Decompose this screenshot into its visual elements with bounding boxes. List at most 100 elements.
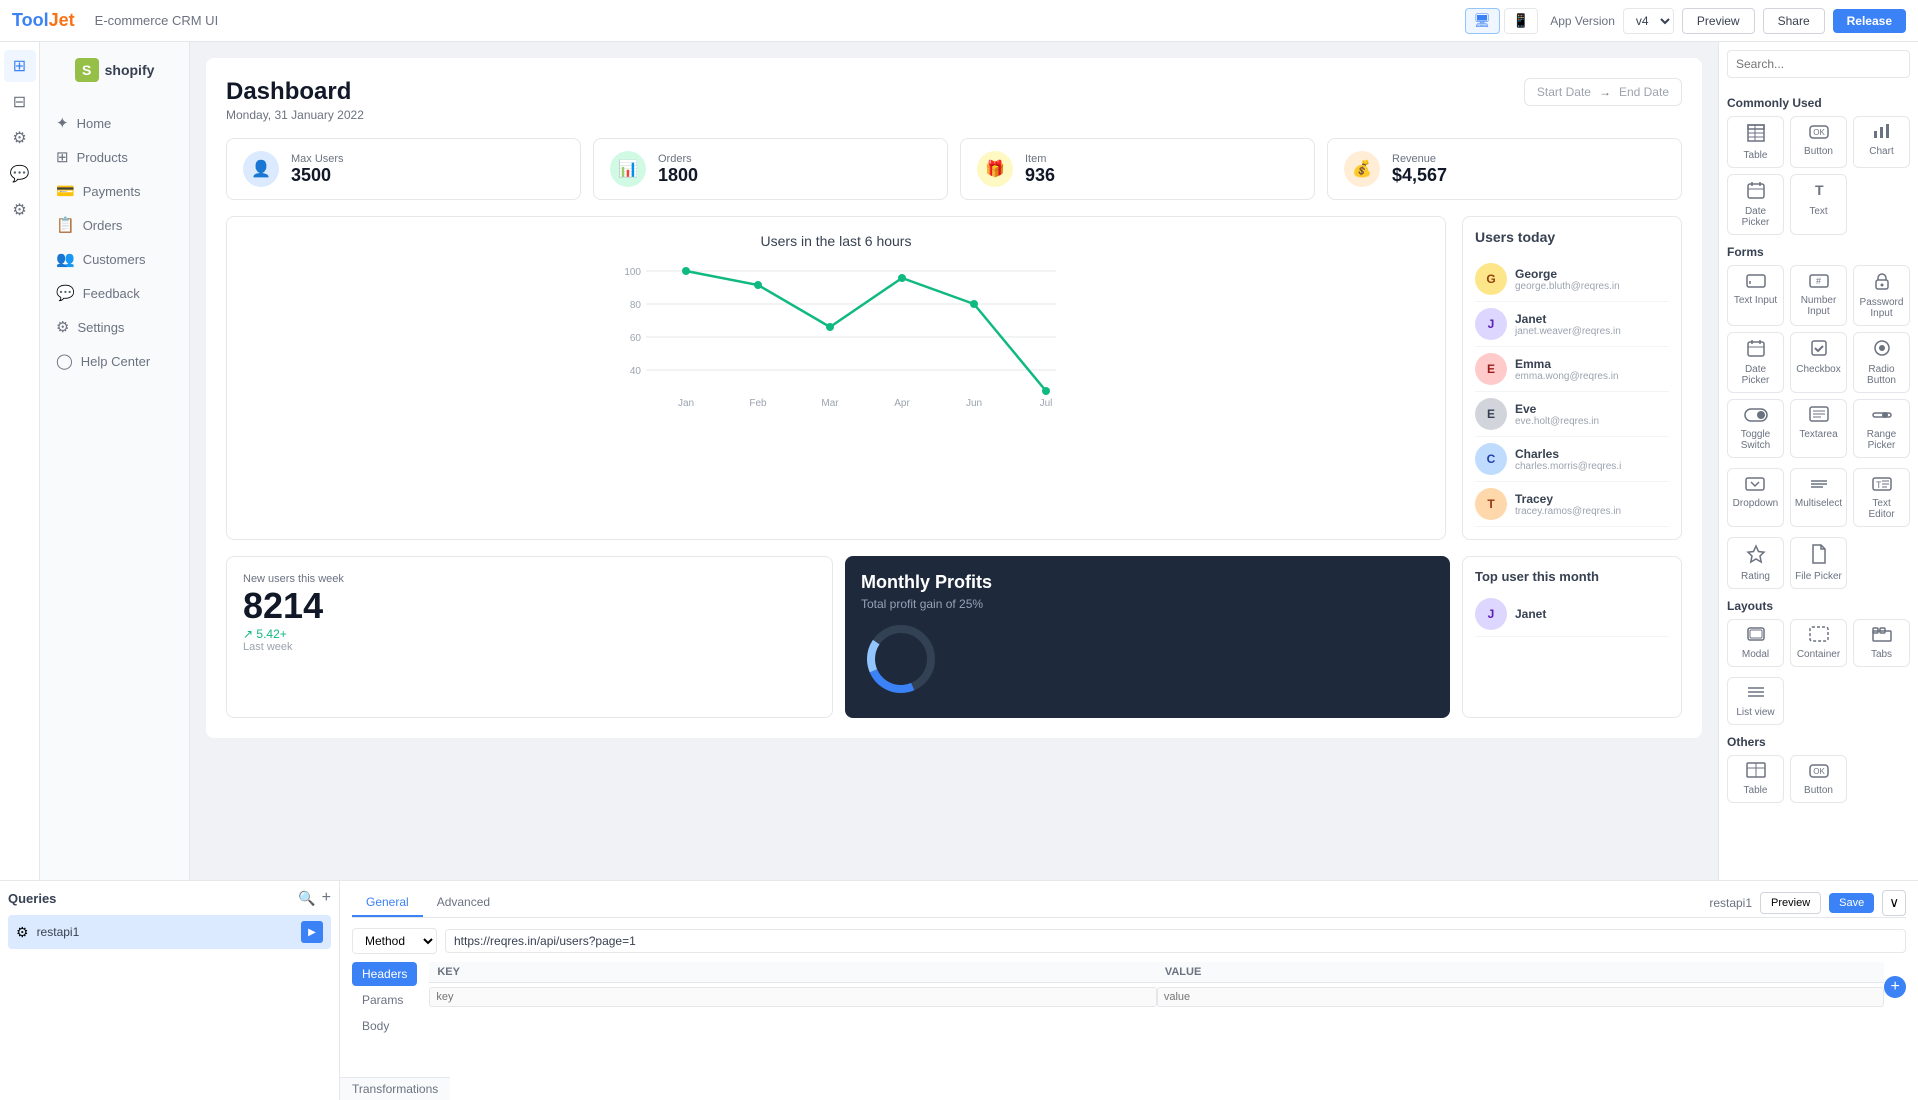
user-name-emma: Emma <box>1515 357 1619 371</box>
avatar-charles: C <box>1475 443 1507 475</box>
commonly-used-label: Commonly Used <box>1727 96 1910 110</box>
other-table-widget-label: Table <box>1744 785 1768 796</box>
tab-advanced[interactable]: Advanced <box>423 889 504 917</box>
query-expand-button[interactable]: ∨ <box>1882 890 1906 916</box>
body-tab[interactable]: Body <box>352 1014 417 1038</box>
text-widget[interactable]: T Text <box>1790 174 1847 235</box>
users-today-title: Users today <box>1475 229 1669 245</box>
nav-products[interactable]: ⊞ Products <box>40 140 189 174</box>
range-picker-icon <box>1872 406 1892 427</box>
pages-icon[interactable]: ⊞ <box>4 50 36 82</box>
date-picker-widget[interactable]: Date Picker <box>1727 174 1784 235</box>
url-input[interactable] <box>445 929 1906 953</box>
chart-widget[interactable]: Chart <box>1853 116 1910 168</box>
home-icon: ✦ <box>56 114 69 132</box>
top-user-label: Top user this month <box>1475 569 1669 584</box>
table-widget-label: Table <box>1744 150 1768 161</box>
preview-button[interactable]: Preview <box>1682 8 1755 34</box>
nav-orders[interactable]: 📋 Orders <box>40 208 189 242</box>
nav-orders-label: Orders <box>83 218 123 233</box>
device-toggle: 🖥 📱 <box>1465 8 1539 34</box>
form-date-picker-widget[interactable]: Date Picker <box>1727 332 1784 393</box>
user-email-george: george.bluth@reqres.in <box>1515 281 1620 292</box>
radio-button-icon <box>1873 339 1891 362</box>
gear-icon[interactable]: ⚙ <box>4 122 36 154</box>
toggle-switch-widget-label: Toggle Switch <box>1732 429 1779 451</box>
widget-search-input[interactable] <box>1727 50 1910 78</box>
key-input[interactable] <box>429 987 1156 1007</box>
query-preview-button[interactable]: Preview <box>1760 892 1821 914</box>
add-header-button[interactable]: + <box>1884 976 1906 998</box>
other-table-widget[interactable]: Table <box>1727 755 1784 803</box>
toggle-switch-widget[interactable]: Toggle Switch <box>1727 399 1784 458</box>
rating-widget[interactable]: Rating <box>1727 537 1784 589</box>
other-button-widget[interactable]: OK Button <box>1790 755 1847 803</box>
user-email-tracey: tracey.ramos@reqres.in <box>1515 506 1621 517</box>
nav-feedback[interactable]: 💬 Feedback <box>40 276 189 310</box>
nav-payments[interactable]: 💳 Payments <box>40 174 189 208</box>
multiselect-widget-label: Multiselect <box>1795 498 1842 509</box>
user-janet: J Janet janet.weaver@reqres.in <box>1475 302 1669 347</box>
user-tracey: T Tracey tracey.ramos@reqres.in <box>1475 482 1669 527</box>
file-picker-icon <box>1810 544 1828 569</box>
list-view-widget-row: List view <box>1727 677 1910 725</box>
run-query-button[interactable]: ▶ <box>301 921 323 943</box>
tabs-widget[interactable]: Tabs <box>1853 619 1910 667</box>
modal-widget[interactable]: Modal <box>1727 619 1784 667</box>
version-select[interactable]: v4 v3 v2 <box>1623 8 1674 34</box>
value-input[interactable] <box>1157 987 1884 1007</box>
file-picker-widget[interactable]: File Picker <box>1790 537 1847 589</box>
range-picker-widget[interactable]: Range Picker <box>1853 399 1910 458</box>
multiselect-widget[interactable]: Multiselect <box>1790 468 1847 527</box>
dropdown-widget[interactable]: Dropdown <box>1727 468 1784 527</box>
svg-text:Mar: Mar <box>821 398 839 409</box>
desktop-device-btn[interactable]: 🖥 <box>1465 8 1500 34</box>
number-input-widget[interactable]: # Number Input <box>1790 265 1847 326</box>
query-url-row: Method GET POST PUT DELETE <box>352 928 1906 954</box>
nav-home[interactable]: ✦ Home <box>40 106 189 140</box>
list-view-widget[interactable]: List view <box>1727 677 1784 725</box>
textarea-widget[interactable]: Textarea <box>1790 399 1847 458</box>
nav-settings[interactable]: ⚙ Settings <box>40 310 189 344</box>
user-email-janet: janet.weaver@reqres.in <box>1515 326 1621 337</box>
container-icon <box>1809 626 1829 647</box>
chart-section: Users in the last 6 hours 100 80 60 <box>226 216 1446 540</box>
params-tab[interactable]: Params <box>352 988 417 1012</box>
user-george: G George george.bluth@reqres.in <box>1475 257 1669 302</box>
nav-customers[interactable]: 👥 Customers <box>40 242 189 276</box>
text-editor-widget[interactable]: T Text Editor <box>1853 468 1910 527</box>
mobile-device-btn[interactable]: 📱 <box>1504 8 1539 34</box>
new-users-last-week: Last week <box>243 641 816 653</box>
config-icon[interactable]: ⚙ <box>4 194 36 226</box>
item-value: 936 <box>1025 165 1055 186</box>
other-button-icon: OK <box>1809 762 1829 783</box>
nav-help-center[interactable]: ◯ Help Center <box>40 344 189 378</box>
revenue-stat-icon: 💰 <box>1344 151 1380 187</box>
tabs-icon <box>1872 626 1892 647</box>
avatar-tracey: T <box>1475 488 1507 520</box>
svg-text:Jun: Jun <box>966 398 982 409</box>
database-icon[interactable]: ⊟ <box>4 86 36 118</box>
chat-icon[interactable]: 💬 <box>4 158 36 190</box>
query-restapi1[interactable]: ⚙ restapi1 ▶ <box>8 915 331 949</box>
button-widget[interactable]: OK Button <box>1790 116 1847 168</box>
search-queries-button[interactable]: 🔍 <box>298 889 315 907</box>
radio-button-widget[interactable]: Radio Button <box>1853 332 1910 393</box>
add-query-button[interactable]: + <box>322 889 331 907</box>
password-input-widget[interactable]: Password Input <box>1853 265 1910 326</box>
checkbox-widget[interactable]: Checkbox <box>1790 332 1847 393</box>
container-widget[interactable]: Container <box>1790 619 1847 667</box>
text-input-widget[interactable]: Text Input <box>1727 265 1784 326</box>
app-version-label: App Version <box>1550 14 1615 28</box>
share-button[interactable]: Share <box>1763 8 1825 34</box>
release-button[interactable]: Release <box>1833 9 1906 33</box>
others-label: Others <box>1727 735 1910 749</box>
headers-tab[interactable]: Headers <box>352 962 417 986</box>
query-save-button[interactable]: Save <box>1829 893 1874 913</box>
monthly-profits-subtitle: Total profit gain of 25% <box>861 597 1434 611</box>
tab-general[interactable]: General <box>352 889 423 917</box>
table-widget[interactable]: Table <box>1727 116 1784 168</box>
date-range-picker[interactable]: Start Date → End Date <box>1524 78 1682 106</box>
method-select[interactable]: Method GET POST PUT DELETE <box>352 928 437 954</box>
commonly-used-widgets: Table OK Button Chart Date Picker <box>1727 116 1910 235</box>
